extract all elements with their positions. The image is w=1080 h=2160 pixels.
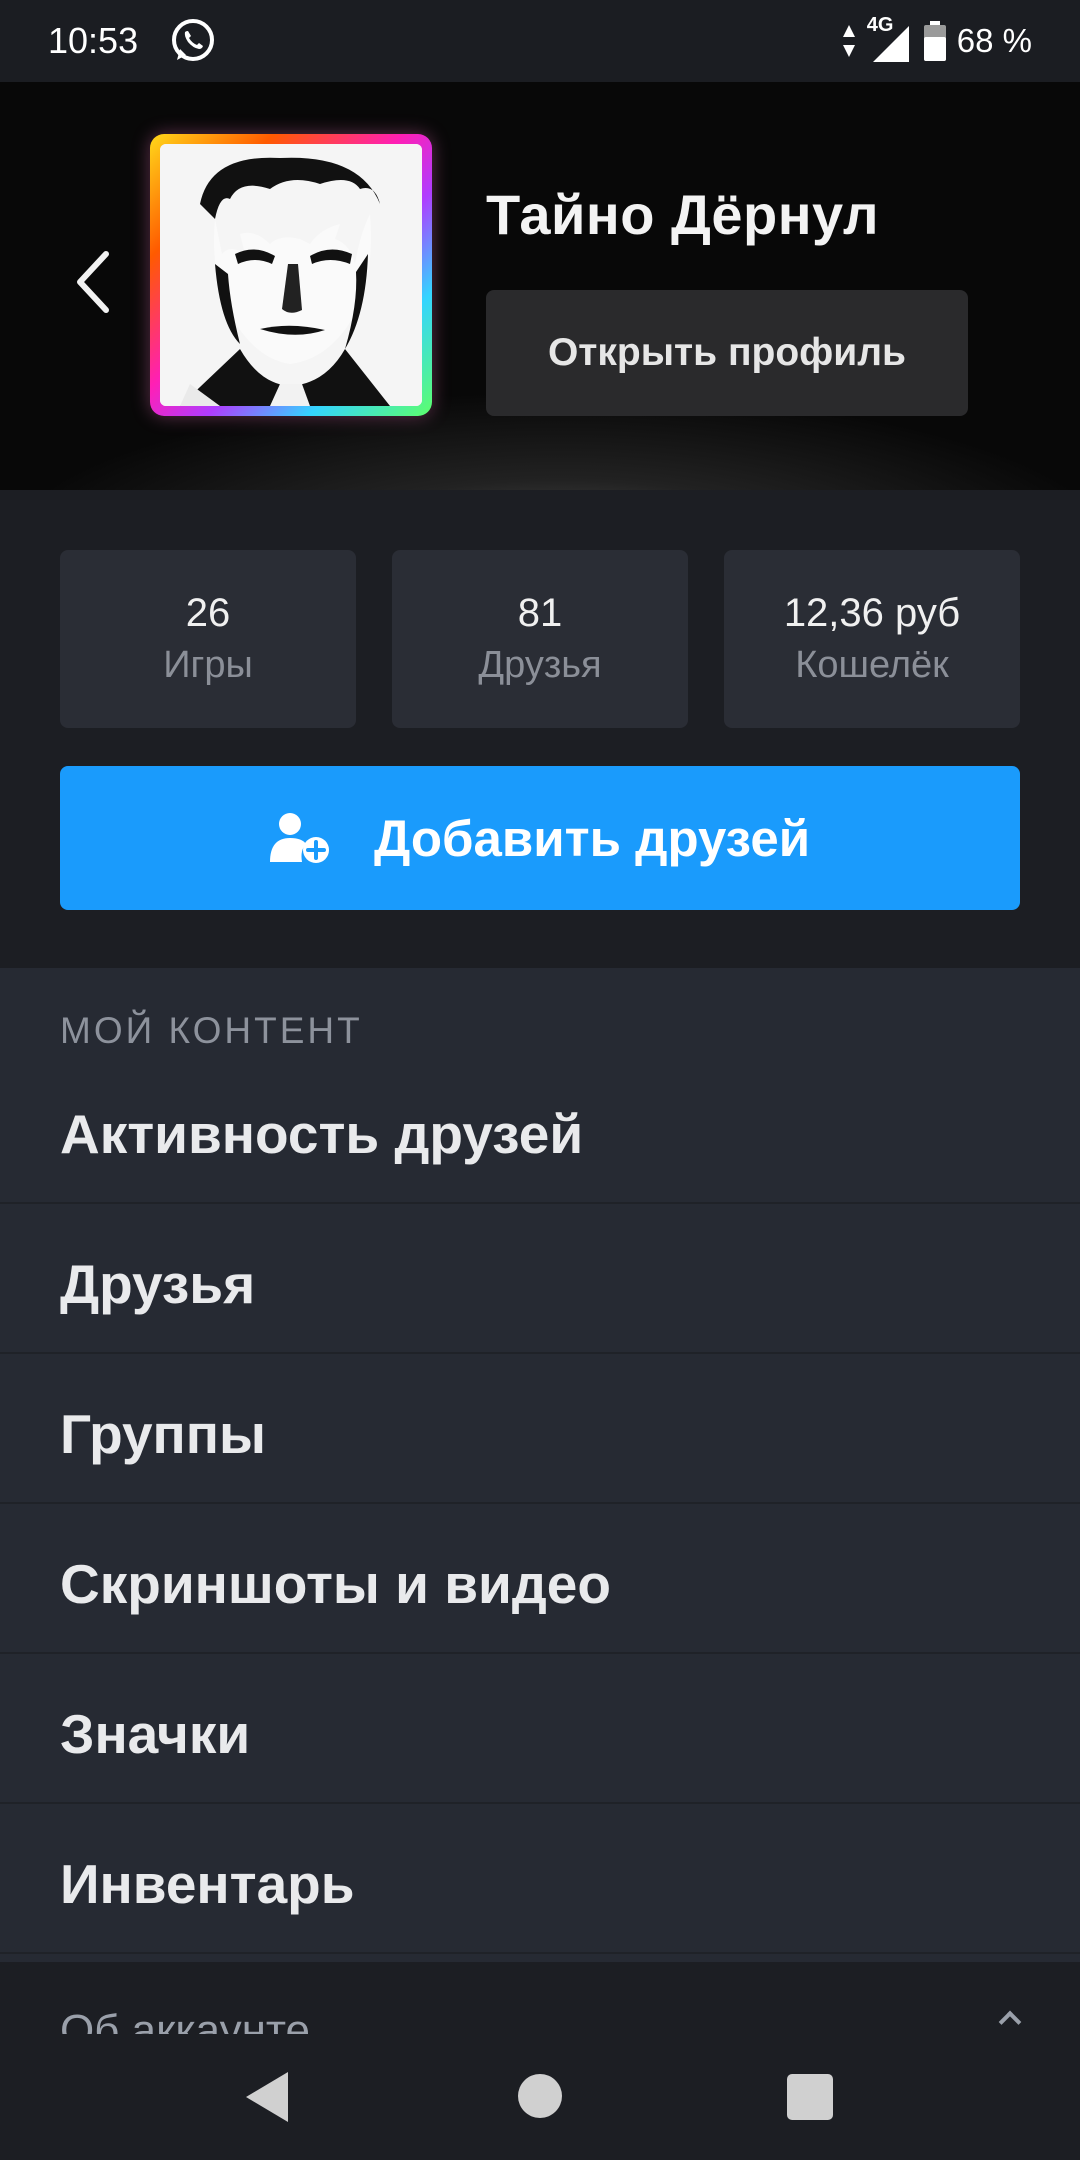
menu-item-label: Активность друзей [60, 1103, 584, 1165]
menu-item-label: Об аккаунте [60, 2006, 310, 2034]
nav-recents-icon[interactable] [787, 2074, 833, 2120]
status-indicators: 4G 68 % [841, 14, 1032, 62]
menu-item-groups[interactable]: Группы [0, 1354, 1080, 1504]
menu-item-label: Группы [60, 1403, 266, 1465]
menu-item-label: Инвентарь [60, 1853, 355, 1915]
menu-item-about-account[interactable]: Об аккаунте [0, 1962, 1080, 2034]
add-user-icon [269, 813, 329, 863]
profile-header: Тайно Дёрнул Открыть профиль [0, 82, 1080, 490]
section-title: МОЙ КОНТЕНТ [60, 1010, 363, 1051]
stat-value: 12,36 руб [783, 591, 961, 635]
menu-item-friends[interactable]: Друзья [0, 1204, 1080, 1354]
stat-label: Друзья [478, 644, 602, 686]
menu-item-inventory[interactable]: Инвентарь [0, 1804, 1080, 1954]
chevron-up-icon [998, 2010, 1022, 2034]
stat-label: Кошелёк [795, 644, 949, 686]
system-nav-bar [0, 2034, 1080, 2160]
battery-percent: 68 % [956, 22, 1032, 59]
menu-item-screenshots-videos[interactable]: Скриншоты и видео [0, 1504, 1080, 1654]
profile-name: Тайно Дёрнул [486, 183, 880, 246]
stat-wallet[interactable]: 12,36 руб Кошелёк [724, 550, 1020, 728]
stats-section: 26 Игры 81 Друзья 12,36 руб Кошелёк Доба… [0, 490, 1080, 968]
avatar-image [160, 144, 422, 406]
avatar[interactable] [150, 134, 432, 416]
status-bar: 10:53 4G 68 % [0, 0, 1080, 82]
add-friends-button[interactable]: Добавить друзей [60, 766, 1020, 910]
stat-label: Игры [163, 644, 253, 686]
back-button[interactable] [62, 242, 122, 322]
menu-item-label: Скриншоты и видео [60, 1553, 611, 1615]
add-friends-label: Добавить друзей [373, 809, 811, 867]
signal-icon: 4G [867, 14, 913, 62]
menu-item-friends-activity[interactable]: Активность друзей [0, 1054, 1080, 1204]
nav-back-icon[interactable] [244, 2070, 290, 2124]
nav-home-icon[interactable] [518, 2074, 562, 2118]
menu-item-badges[interactable]: Значки [0, 1654, 1080, 1804]
my-content-section: МОЙ КОНТЕНТ Активность друзей Друзья Гру… [0, 968, 1080, 1968]
stat-friends[interactable]: 81 Друзья [392, 550, 688, 728]
data-arrows-icon [842, 25, 855, 57]
whatsapp-icon [168, 16, 218, 66]
stat-value: 81 [517, 591, 563, 635]
stat-value: 26 [185, 591, 231, 635]
stat-games[interactable]: 26 Игры [60, 550, 356, 728]
chevron-left-icon [77, 251, 109, 313]
open-profile-button[interactable]: Открыть профиль [486, 290, 968, 416]
battery-icon [923, 21, 946, 61]
menu-item-label: Друзья [60, 1253, 256, 1315]
menu-item-label: Значки [60, 1703, 251, 1765]
status-time: 10:53 [48, 20, 139, 61]
